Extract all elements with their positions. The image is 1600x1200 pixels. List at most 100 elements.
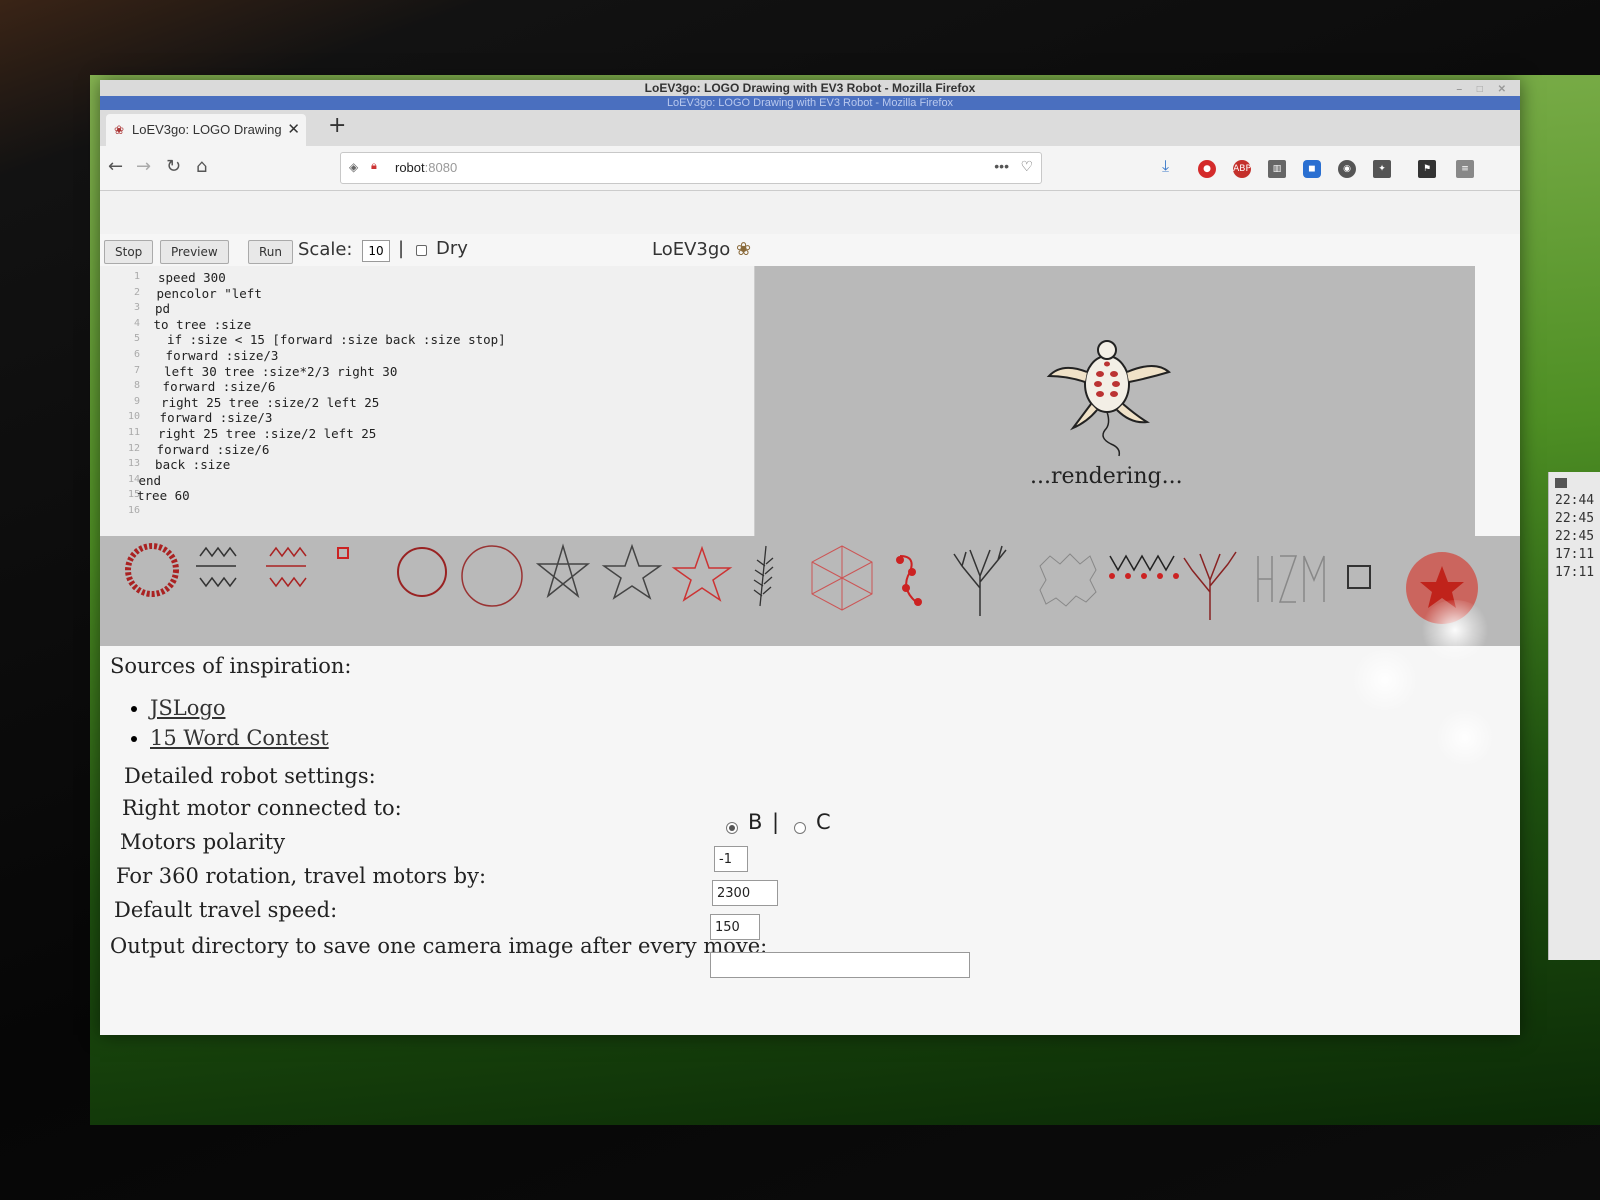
tab-label: LoEV3go: LOGO Drawing xyxy=(132,122,282,137)
turtle-icon xyxy=(1046,340,1172,457)
code-line: forward :size/3 xyxy=(144,410,273,426)
link-jslogo[interactable]: JSLogo xyxy=(150,696,225,720)
code-line: speed 300 xyxy=(158,270,226,285)
sidebar-icon[interactable]: ▥ xyxy=(1268,160,1286,178)
line-number: 3 xyxy=(133,302,140,314)
code-editor[interactable]: 1 speed 300 2 pencolor "left 3 pd 4 to tree :si… xyxy=(100,266,755,536)
example-star[interactable] xyxy=(601,543,663,600)
rendering-status: ...rendering... xyxy=(1030,464,1183,489)
new-tab-icon[interactable]: + xyxy=(328,113,346,138)
stop-button[interactable]: Stop xyxy=(104,240,154,264)
motor-b-label: B xyxy=(748,810,763,834)
code-line: end xyxy=(138,472,162,488)
terminal-line: 17:11 xyxy=(1555,547,1595,562)
extension-icon[interactable]: ◉ xyxy=(1338,160,1356,178)
example-zigzag-red[interactable] xyxy=(266,546,307,588)
code-line: pencolor "left xyxy=(156,285,262,301)
example-square-red[interactable] xyxy=(337,547,349,559)
example-square[interactable] xyxy=(1347,565,1371,589)
output-dir-label: Output directory to save one camera imag… xyxy=(110,934,768,958)
sources-heading: Sources of inspiration: xyxy=(110,654,352,678)
example-spirals[interactable] xyxy=(896,555,922,606)
code-line: right 25 tree :size/2 left 25 xyxy=(143,426,377,441)
motor-b-radio[interactable] xyxy=(726,822,738,834)
gift-icon[interactable]: ⚑ xyxy=(1418,160,1436,178)
window-titlebar-echo: LoEV3go: LOGO Drawing with EV3 Robot - M… xyxy=(100,96,1520,110)
code-line: to tree :size xyxy=(153,316,252,332)
menu-icon[interactable]: ≡ xyxy=(1456,160,1474,178)
speed-label: Default travel speed: xyxy=(114,898,338,922)
page-actions-icon[interactable]: ••• xyxy=(994,158,1009,174)
url-bar[interactable]: ◈ 🔒︎ robot:8080 ••• ♡ xyxy=(340,152,1042,184)
back-icon[interactable]: ← xyxy=(108,156,123,177)
downloads-icon[interactable]: ⤓ xyxy=(1162,156,1169,176)
code-line: right 25 tree :size/2 left 25 xyxy=(146,394,380,410)
rotation-label: For 360 rotation, travel motors by: xyxy=(116,864,487,888)
example-letters-hzm[interactable] xyxy=(1257,555,1325,603)
adblock-icon[interactable]: ABP xyxy=(1233,160,1251,178)
example-circle[interactable] xyxy=(397,547,447,597)
example-tree[interactable] xyxy=(953,545,1007,616)
example-circle-large[interactable] xyxy=(461,545,523,607)
code-line: tree 60 xyxy=(137,488,190,504)
link-15-word-contest[interactable]: 15 Word Contest xyxy=(150,726,329,750)
close-tab-icon[interactable]: ✕ xyxy=(287,120,300,138)
shield-icon[interactable]: ◈ xyxy=(349,160,358,174)
scale-input[interactable]: 10 xyxy=(362,240,390,262)
example-gallery xyxy=(100,536,1520,646)
example-rose[interactable] xyxy=(1406,552,1478,624)
code-line: left 30 tree :size*2/3 right 30 xyxy=(149,363,398,379)
example-snowflake[interactable] xyxy=(1039,553,1097,607)
insecure-lock-icon[interactable]: 🔒︎ xyxy=(371,160,377,173)
line-number: 1 xyxy=(133,271,140,282)
window-titlebar[interactable]: LoEV3go: LOGO Drawing with EV3 Robot - M… xyxy=(100,80,1520,96)
example-pentagram[interactable] xyxy=(535,543,591,599)
example-zigzag-ring[interactable] xyxy=(196,546,237,588)
example-star-red[interactable] xyxy=(671,545,733,602)
code-line: forward :size/3 xyxy=(150,348,279,363)
code-line: if :size < 15 [forward :size back :size … xyxy=(152,332,506,348)
code-line: forward :size/6 xyxy=(141,441,270,457)
motor-c-radio[interactable] xyxy=(794,822,806,834)
motor-c-label: C xyxy=(816,810,831,834)
example-ring[interactable] xyxy=(125,543,179,597)
line-number: 10 xyxy=(127,411,140,423)
dry-checkbox[interactable] xyxy=(416,245,427,256)
rotation-input[interactable]: 2300 xyxy=(712,880,778,906)
output-dir-input[interactable] xyxy=(710,952,970,978)
line-number: 6 xyxy=(133,349,140,360)
turtle-logo-icon: ❀ xyxy=(736,239,752,260)
tab-loev3go[interactable]: ❀ LoEV3go: LOGO Drawing ✕ xyxy=(106,114,306,146)
home-icon[interactable]: ⌂ xyxy=(196,156,207,177)
window-title: LoEV3go: LOGO Drawing with EV3 Robot - M… xyxy=(644,81,976,95)
line-number: 14 xyxy=(127,473,140,485)
polarity-input[interactable]: -1 xyxy=(714,846,748,872)
run-button[interactable]: Run xyxy=(248,240,294,264)
terminal-window-edge: 22:44 22:45 22:45 17:11 17:11 xyxy=(1548,472,1600,960)
line-number: 8 xyxy=(133,380,140,392)
example-hexagon-pattern[interactable] xyxy=(811,545,873,611)
example-fern[interactable] xyxy=(753,545,774,607)
forward-icon[interactable]: → xyxy=(136,156,151,177)
speed-input[interactable]: 150 xyxy=(710,914,760,940)
page-content: Stop Preview Run Scale: 10 | Dry LoEV3go… xyxy=(100,234,1520,1035)
terminal-icon xyxy=(1555,478,1567,488)
reload-icon[interactable]: ↻ xyxy=(166,156,181,177)
preview-button[interactable]: Preview xyxy=(160,240,229,264)
line-number: 12 xyxy=(127,442,140,454)
list-item: JSLogo xyxy=(150,696,329,720)
ublock-icon[interactable]: ● xyxy=(1198,160,1216,178)
terminal-line: 22:44 xyxy=(1555,493,1595,508)
url-text: robot:8080 xyxy=(395,160,458,175)
example-flower-chain[interactable] xyxy=(1109,554,1179,579)
polarity-label: Motors polarity xyxy=(120,830,286,854)
example-tree-red[interactable] xyxy=(1183,551,1237,620)
container-icon[interactable]: ◼ xyxy=(1303,160,1321,178)
code-line: pd xyxy=(155,301,171,317)
puzzle-icon[interactable]: ✦ xyxy=(1373,160,1391,178)
firefox-window: LoEV3go: LOGO Drawing with EV3 Robot - M… xyxy=(100,80,1520,1035)
line-number: 13 xyxy=(127,458,140,470)
terminal-line: 22:45 xyxy=(1555,511,1595,526)
pocket-icon[interactable]: ♡ xyxy=(1020,158,1033,175)
toolbar-separator: | xyxy=(398,238,405,259)
